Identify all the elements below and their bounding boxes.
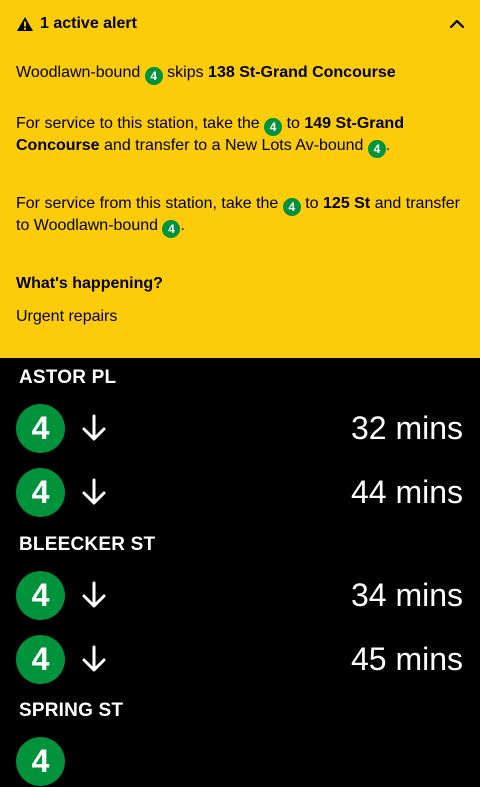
- alert-heading: What's happening?: [16, 275, 163, 292]
- route-4-bullet: 4: [16, 404, 65, 453]
- route-4-bullet: 4: [16, 737, 65, 786]
- alert-header[interactable]: 1 active alert: [16, 12, 466, 36]
- arrival-row[interactable]: 4 34 mins: [16, 571, 463, 621]
- station-name: ASTOR PL: [19, 367, 117, 388]
- route-4-bullet: 4: [16, 468, 65, 517]
- alert-text: .: [385, 137, 391, 154]
- alert-text: For service from this station, take the: [16, 195, 279, 212]
- alert-title: 1 active alert: [40, 15, 137, 32]
- alert-title-group: 1 active alert: [16, 15, 137, 33]
- chevron-up-icon[interactable]: [448, 15, 466, 33]
- route-4-bullet: 4: [282, 198, 301, 216]
- arrival-row[interactable]: 4: [16, 737, 463, 787]
- route-4-bullet: 4: [16, 635, 65, 684]
- alert-station-name: 125 St: [323, 195, 371, 212]
- alert-skip-text: Woodlawn-bound 4 skips 138 St-Grand Conc…: [16, 63, 464, 85]
- alert-text: For service to this station, take the: [16, 115, 260, 132]
- down-arrow-icon: [82, 414, 106, 441]
- station-name: BLEECKER ST: [19, 534, 156, 555]
- arrival-time: 44 mins: [350, 474, 463, 510]
- alert-text: to: [305, 195, 319, 212]
- route-4-bullet: 4: [16, 571, 65, 620]
- route-4-bullet: 4: [264, 118, 283, 136]
- route-4-bullet: 4: [162, 220, 181, 238]
- alert-service-from-text: For service from this station, take the …: [16, 194, 464, 238]
- alert-service-to-text: For service to this station, take the 4 …: [16, 114, 464, 158]
- down-arrow-icon: [82, 581, 106, 608]
- arrival-time: 32 mins: [350, 410, 463, 446]
- alert-text: and transfer to a New Lots Av-bound: [104, 137, 364, 154]
- down-arrow-icon: [82, 645, 106, 672]
- arrival-time: 34 mins: [350, 577, 463, 613]
- alert-text: .: [180, 217, 185, 234]
- arrival-row[interactable]: 4 45 mins: [16, 635, 463, 685]
- alert-text: skips: [167, 64, 204, 81]
- alert-reason: Urgent repairs: [16, 308, 118, 325]
- arrival-row[interactable]: 4 44 mins: [16, 468, 463, 518]
- down-arrow-icon: [82, 478, 106, 505]
- route-4-bullet: 4: [144, 67, 163, 85]
- alert-text: to: [286, 115, 300, 132]
- arrival-time: 45 mins: [350, 641, 463, 677]
- station-name: SPRING ST: [19, 700, 124, 721]
- alert-station-name: 138 St-Grand Concourse: [208, 64, 396, 81]
- alert-panel: 1 active alert Woodlawn-bound 4 skips 13…: [0, 0, 480, 358]
- warning-icon: [17, 17, 33, 31]
- route-4-bullet: 4: [367, 140, 386, 158]
- alert-text: Woodlawn-bound: [16, 64, 141, 81]
- arrival-row[interactable]: 4 32 mins: [16, 404, 463, 454]
